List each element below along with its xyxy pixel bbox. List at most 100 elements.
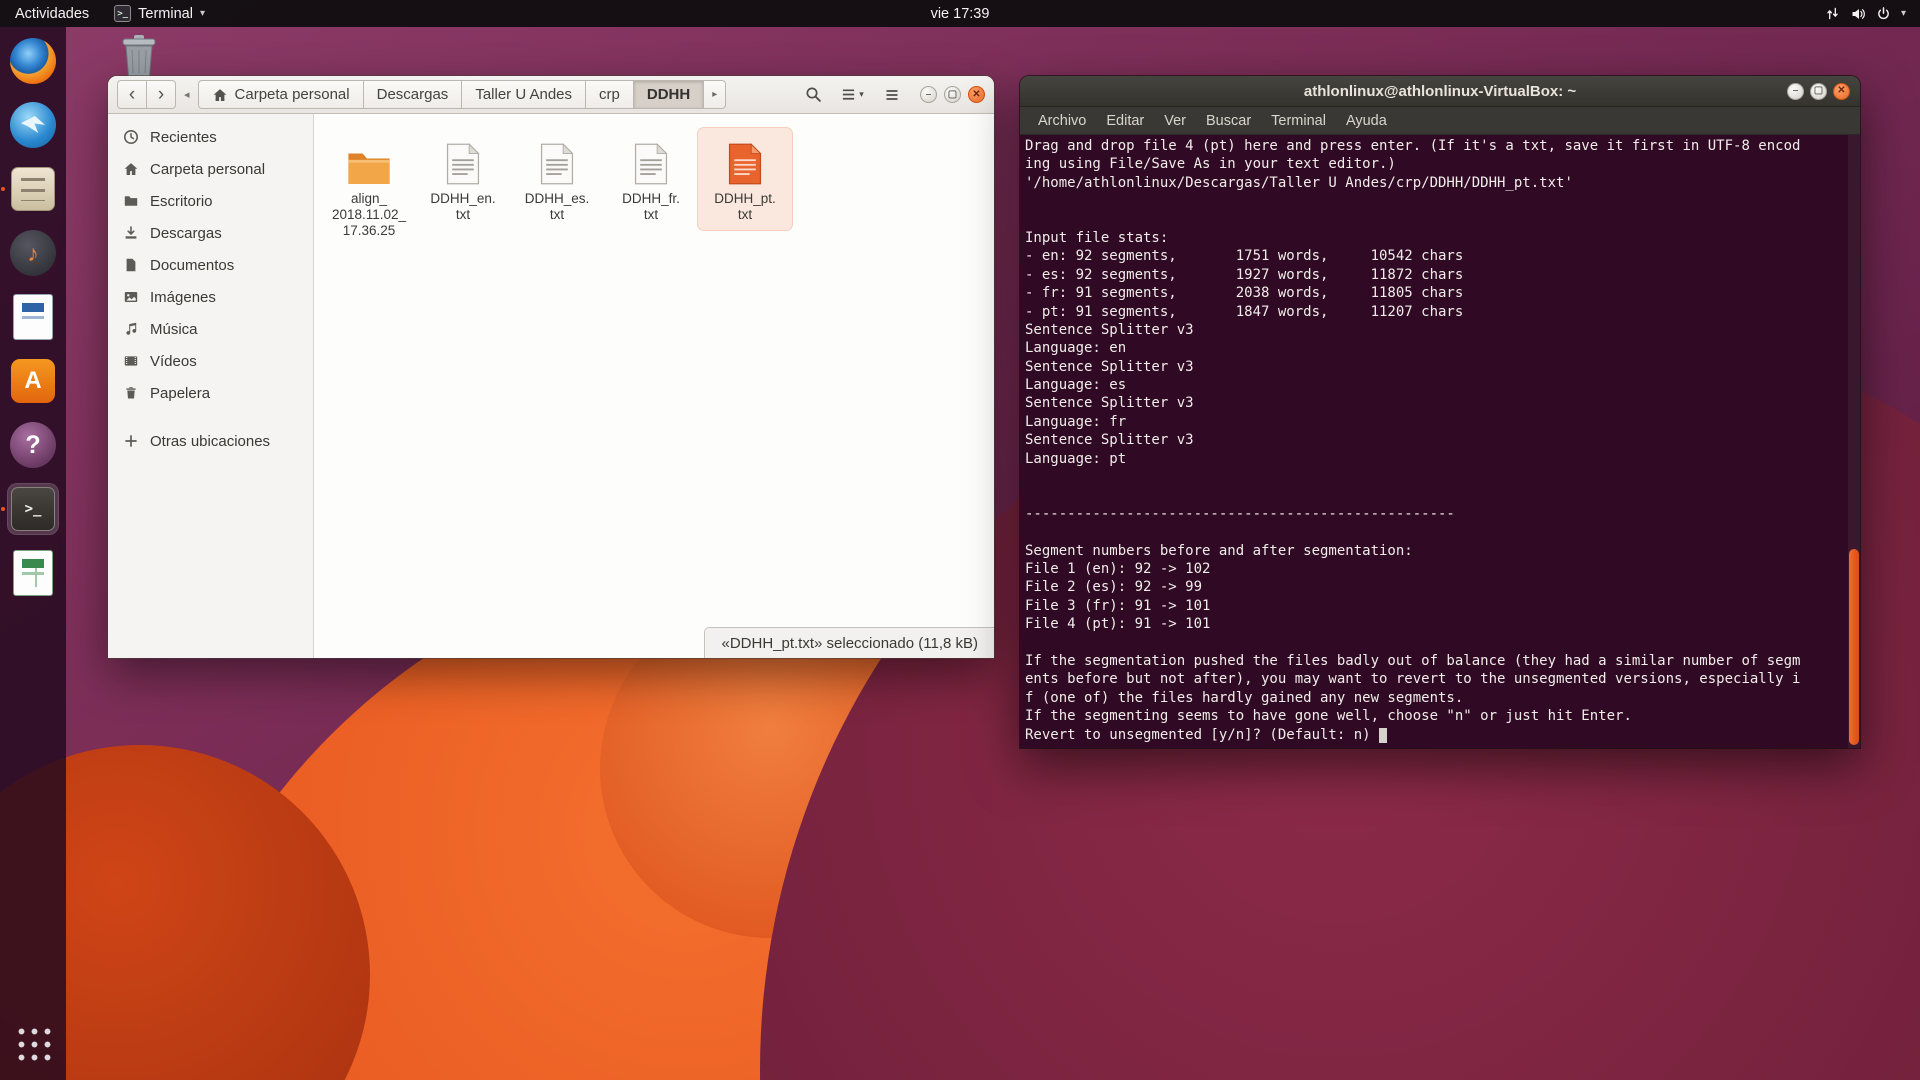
file-item-ddhh-fr-txt[interactable]: DDHH_fr.txt <box>604 128 698 230</box>
sidebar-item-label: Carpeta personal <box>150 161 265 178</box>
close-button[interactable]: ✕ <box>1833 83 1850 100</box>
terminal-line: Drag and drop file 4 (pt) here and press… <box>1025 138 1844 156</box>
terminal-line <box>1025 469 1844 487</box>
libreoffice-writer-icon <box>13 294 53 340</box>
back-button[interactable]: ‹ <box>117 80 147 109</box>
terminal-screen[interactable]: Drag and drop file 4 (pt) here and press… <box>1020 135 1860 748</box>
breadcrumb-crp[interactable]: crp <box>585 80 634 109</box>
menu-ayuda[interactable]: Ayuda <box>1336 107 1397 134</box>
sidebar-item-imagenes[interactable]: Imágenes <box>108 281 313 313</box>
terminal-line: Segment numbers before and after segment… <box>1025 543 1844 561</box>
scrollbar-thumb[interactable] <box>1849 549 1859 745</box>
rhythmbox-icon: ♪ <box>10 230 56 276</box>
file-label: DDHH_en.txt <box>430 191 495 223</box>
menu-terminal[interactable]: Terminal <box>1261 107 1336 134</box>
minimize-button[interactable]: – <box>920 86 937 103</box>
sidebar-item-carpeta-personal[interactable]: Carpeta personal <box>108 153 313 185</box>
dock-items: ♪ A? >_ <box>8 36 58 598</box>
show-applications-button[interactable] <box>8 1018 58 1068</box>
breadcrumb-carpeta-personal[interactable]: Carpeta personal <box>198 80 364 109</box>
terminal-line <box>1025 193 1844 211</box>
minimize-icon: – <box>926 90 932 100</box>
trash-icon <box>123 385 139 401</box>
dock-ubuntu-software[interactable]: A <box>8 356 58 406</box>
forward-button[interactable]: › <box>146 80 176 109</box>
breadcrumb-descargas[interactable]: Descargas <box>363 80 463 109</box>
terminal-line: File 2 (es): 92 -> 99 <box>1025 579 1844 597</box>
dock-libreoffice-calc[interactable] <box>8 548 58 598</box>
dock-rhythmbox[interactable]: ♪ <box>8 228 58 278</box>
terminal-line <box>1025 212 1844 230</box>
menu-ver[interactable]: Ver <box>1154 107 1196 134</box>
sidebar-item-label: Vídeos <box>150 353 197 370</box>
file-grid[interactable]: align_2018.11.02_17.36.25 DDHH_en.txt DDHH… <box>314 114 994 658</box>
file-label: DDHH_es.txt <box>525 191 590 223</box>
system-status-area[interactable]: ▾ <box>1825 0 1920 27</box>
activities-button[interactable]: Actividades <box>0 0 104 27</box>
breadcrumb-expander-button[interactable]: ▸ <box>703 80 726 109</box>
search-button[interactable] <box>797 80 830 109</box>
sidebar-item-label: Imágenes <box>150 289 216 306</box>
dock-firefox[interactable] <box>8 36 58 86</box>
menu-buscar[interactable]: Buscar <box>1196 107 1261 134</box>
breadcrumb-label: Descargas <box>377 86 449 103</box>
close-button[interactable]: ✕ <box>968 86 985 103</box>
sidebar-item-musica[interactable]: Música <box>108 313 313 345</box>
terminal-titlebar[interactable]: athlonlinux@athlonlinux-VirtualBox: ~ – … <box>1020 76 1860 107</box>
sidebar-item-descargas[interactable]: Descargas <box>108 217 313 249</box>
maximize-button[interactable]: ▢ <box>944 86 961 103</box>
libreoffice-calc-icon <box>13 550 53 596</box>
breadcrumb-taller-u-andes[interactable]: Taller U Andes <box>461 80 586 109</box>
breadcrumb-ddhh[interactable]: DDHH <box>633 80 704 109</box>
sidebar-item-label: Música <box>150 321 198 338</box>
chevron-right-icon: › <box>158 85 164 104</box>
thunderbird-icon <box>10 102 56 148</box>
app-menu-button[interactable]: >_ Terminal ▾ <box>104 0 215 27</box>
sidebar-item-label: Documentos <box>150 257 234 274</box>
dock-files[interactable] <box>8 164 58 214</box>
terminal-line: Revert to unsegmented [y/n]? (Default: n… <box>1025 727 1844 745</box>
path-scroll-left-button[interactable]: ◂ <box>182 88 192 101</box>
plus-icon <box>123 433 139 449</box>
clock-icon <box>123 129 139 145</box>
file-item-ddhh-en-txt[interactable]: DDHH_en.txt <box>416 128 510 230</box>
sidebar-item-label: Descargas <box>150 225 222 242</box>
file-item-ddhh-es-txt[interactable]: DDHH_es.txt <box>510 128 604 230</box>
file-item-ddhh-pt-txt[interactable]: DDHH_pt.txt <box>698 128 792 230</box>
sidebar-item-videos[interactable]: Vídeos <box>108 345 313 377</box>
maximize-icon: ▢ <box>948 90 957 100</box>
dock-help[interactable]: ? <box>8 420 58 470</box>
terminal-icon: >_ <box>11 487 55 531</box>
minimize-button[interactable]: – <box>1787 83 1804 100</box>
terminal-line: Sentence Splitter v3 <box>1025 395 1844 413</box>
breadcrumb-label: DDHH <box>647 86 690 103</box>
terminal-line: ents before but not after), you may want… <box>1025 671 1844 689</box>
sidebar-item-escritorio[interactable]: Escritorio <box>108 185 313 217</box>
sidebar-item-papelera[interactable]: Papelera <box>108 377 313 409</box>
window-menu-button[interactable] <box>875 80 908 109</box>
chevron-down-icon: ▾ <box>200 8 205 19</box>
file-item-align-2018-11-02-17-36-25[interactable]: align_2018.11.02_17.36.25 <box>322 128 416 246</box>
sidebar-item-recientes[interactable]: Recientes <box>108 121 313 153</box>
document-icon <box>123 257 139 273</box>
file-label: DDHH_fr.txt <box>622 191 680 223</box>
view-toggle-button[interactable]: ▾ <box>836 80 869 109</box>
files-headerbar[interactable]: ‹ › ◂ Carpeta personal Descargas Taller U … <box>108 76 994 114</box>
terminal-line: f (one of) the files hardly gained any n… <box>1025 690 1844 708</box>
dock-terminal[interactable]: >_ <box>8 484 58 534</box>
terminal-cursor <box>1379 728 1387 743</box>
dock-thunderbird[interactable] <box>8 100 58 150</box>
clock[interactable]: vie 17:39 <box>931 6 990 22</box>
maximize-button[interactable]: ▢ <box>1810 83 1827 100</box>
trash-can-icon <box>118 33 160 79</box>
menu-archivo[interactable]: Archivo <box>1028 107 1096 134</box>
menu-editar[interactable]: Editar <box>1096 107 1154 134</box>
dock: ♪ A? >_ <box>0 27 66 1080</box>
terminal-scrollbar[interactable] <box>1848 135 1860 748</box>
terminal-line: Sentence Splitter v3 <box>1025 359 1844 377</box>
sidebar-item-documentos[interactable]: Documentos <box>108 249 313 281</box>
dock-libreoffice-writer[interactable] <box>8 292 58 342</box>
text-file-icon <box>446 133 480 185</box>
sidebar-item-otras-ubicaciones[interactable]: Otras ubicaciones <box>108 425 313 457</box>
icon-glyph: ? <box>25 431 40 460</box>
